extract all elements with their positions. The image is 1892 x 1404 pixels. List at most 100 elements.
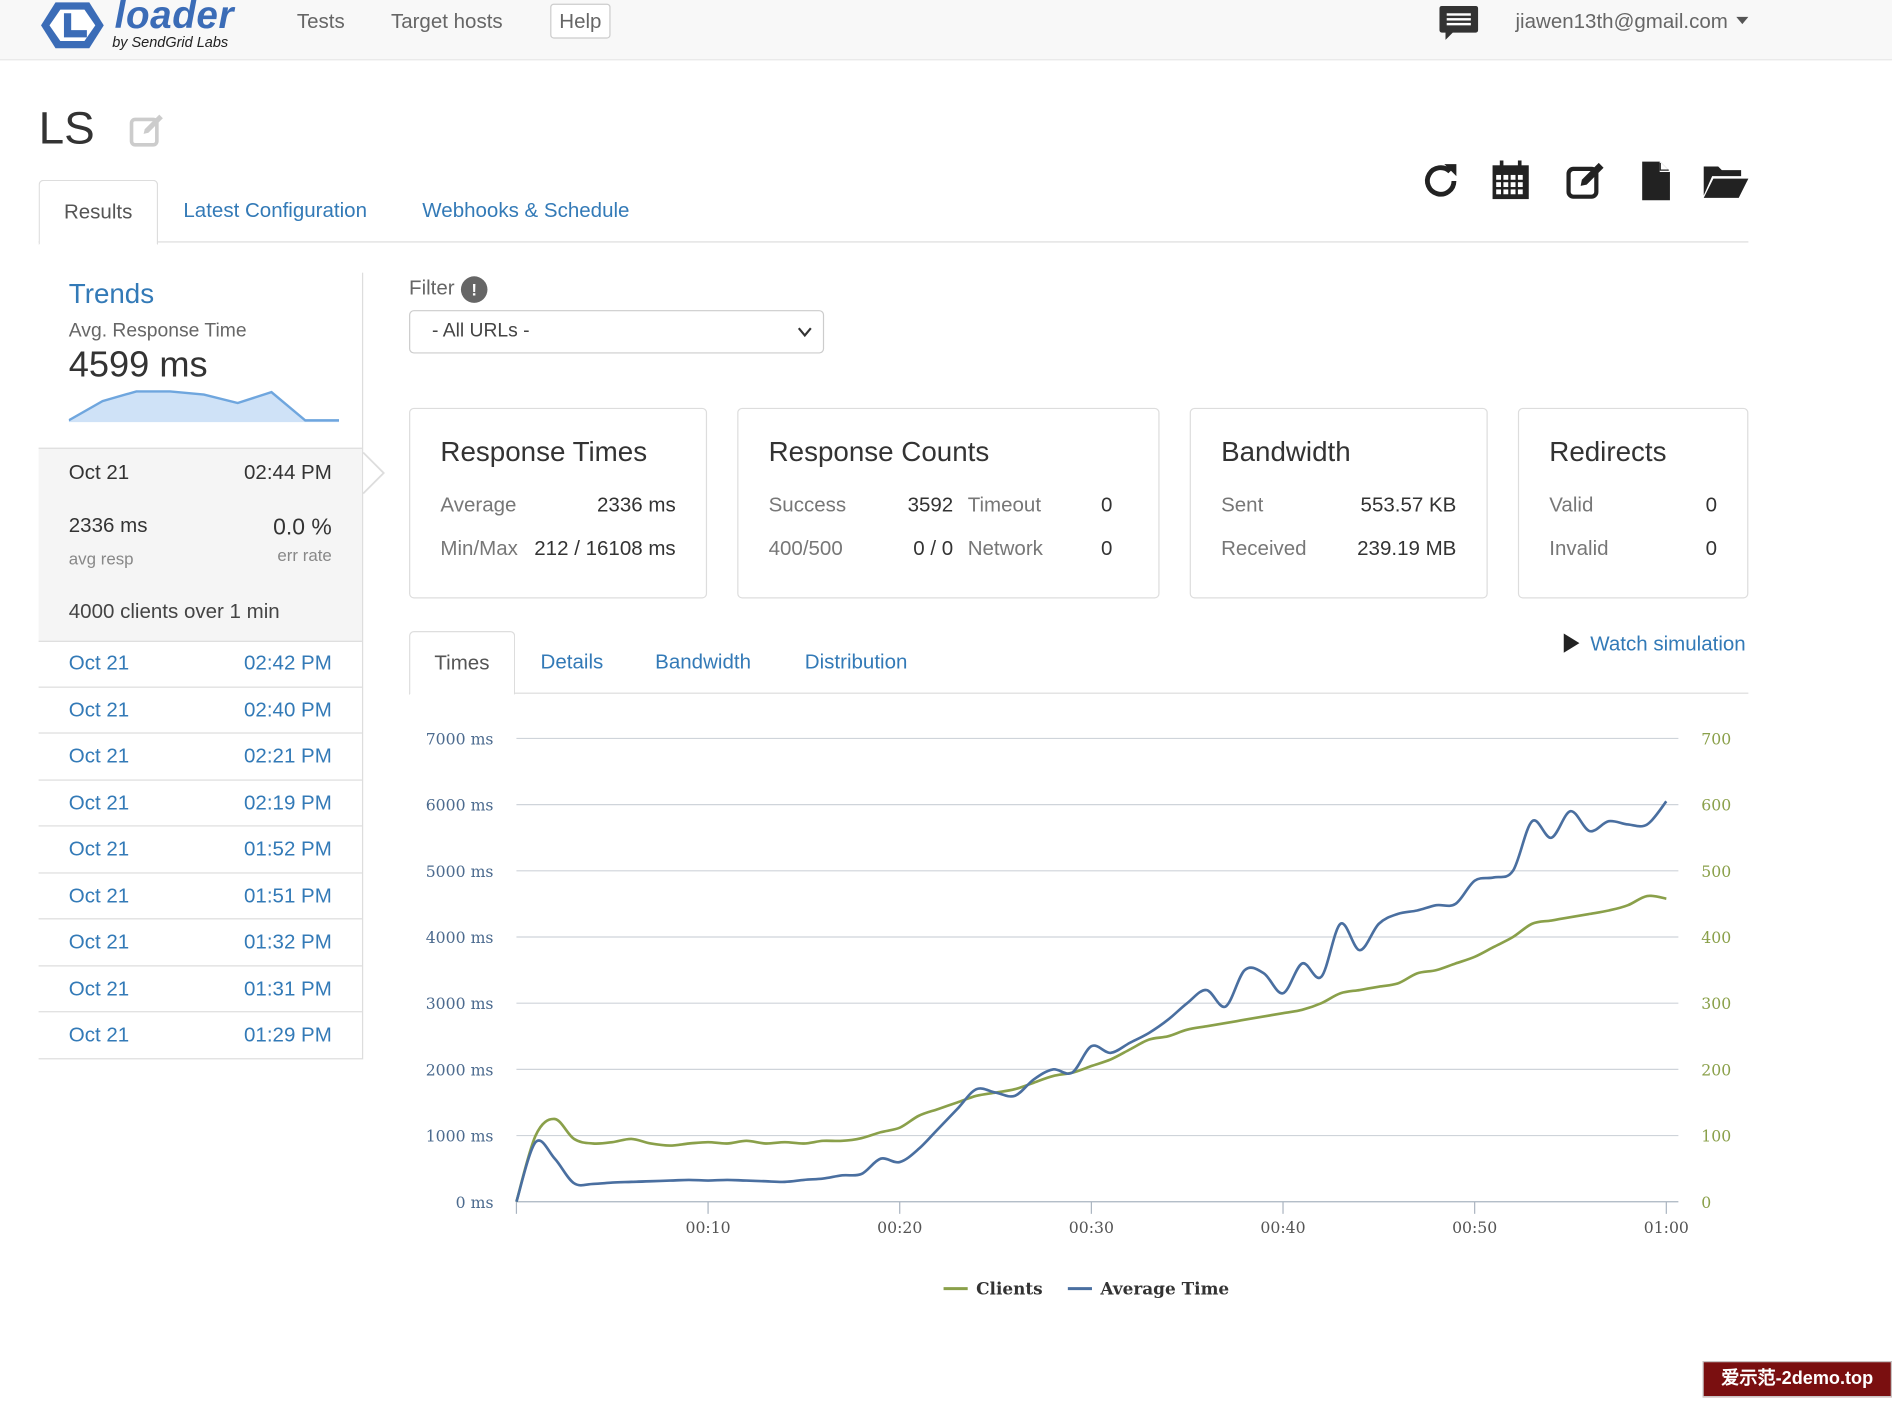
run-history-item[interactable]: Oct 21 02:21 PM [38,734,362,781]
response-counts-card: Response Counts Success 3592 Timeout 0 4… [737,407,1160,599]
tab-details[interactable]: Details [516,631,627,693]
tab-latest-configuration[interactable]: Latest Configuration [159,180,391,243]
response-time-chart: 0 ms 0 1000 ms 100 2000 ms 200 3000 ms 300 4000 … [426,729,1732,1299]
run-time: 01:51 PM [244,883,332,907]
edit-icon[interactable] [128,111,167,150]
tab-results[interactable]: Results [38,179,158,245]
watch-simulation-link[interactable]: Watch simulation [1563,632,1746,656]
legend-label[interactable]: Average Time [1099,1279,1229,1299]
current-run-clients-summary: 4000 clients over 1 min [68,599,280,623]
nav-tests-link[interactable]: Tests [297,10,345,34]
bandwidth-card: Bandwidth Sent 553.57 KB Received 239.19… [1189,407,1488,599]
network-value: 0 [1101,536,1113,560]
run-history-item[interactable]: Oct 21 01:32 PM [38,919,362,966]
run-date: Oct 21 [68,837,130,861]
current-run-time: 02:44 PM [244,460,332,484]
run-time: 02:40 PM [244,698,332,721]
run-time: 01:29 PM [244,1023,332,1047]
run-history-list: Oct 21 02:42 PM Oct 21 02:40 PM Oct 21 02:21 … [38,641,362,1059]
info-icon[interactable]: ! [460,276,488,303]
card-title: Response Counts [768,435,990,467]
x-tick-label: 00:10 [685,1218,730,1237]
run-history-item[interactable]: Oct 21 02:19 PM [38,780,362,827]
card-title: Redirects [1549,435,1667,467]
chevron-down-icon [797,327,812,338]
run-time: 01:31 PM [244,976,332,1000]
top-navbar: loader by SendGrid Labs Tests Target hos… [0,0,1892,61]
http-4xx-5xx-value: 0 / 0 [913,536,954,560]
run-time: 01:32 PM [244,930,332,954]
card-title: Response Times [440,435,648,467]
user-menu[interactable]: jiawen13th@gmail.com [1515,10,1749,34]
x-tick-label: 01:00 [1644,1218,1689,1237]
x-tick-label: 00:20 [877,1218,922,1237]
filter-label: Filter [409,276,455,300]
run-history-item[interactable]: Oct 21 01:31 PM [38,966,362,1013]
run-date: Oct 21 [68,883,130,907]
page-title: LS [38,103,95,155]
trends-title[interactable]: Trends [69,278,154,311]
card-title: Bandwidth [1221,435,1351,467]
url-filter-value: - All URLs - [431,320,530,342]
run-history-item[interactable]: Oct 21 02:40 PM [38,687,362,734]
y-right-tick-label: 500 [1701,862,1731,881]
y-right-tick-label: 100 [1701,1127,1731,1146]
run-date: Oct 21 [68,976,130,1000]
tab-distribution[interactable]: Distribution [781,631,932,693]
y-right-tick-label: 400 [1701,928,1731,947]
y-right-tick-label: 700 [1701,729,1731,748]
invalid-value: 0 [1705,536,1717,560]
selected-run-arrow-icon [362,451,385,495]
tab-webhooks-schedule[interactable]: Webhooks & Schedule [398,180,653,243]
run-date: Oct 21 [68,698,130,721]
y-left-tick-label: 2000 ms [426,1060,494,1079]
chart-tabs-divider [409,692,1749,694]
folder-open-icon[interactable] [1701,159,1749,202]
tab-bandwidth[interactable]: Bandwidth [631,631,775,693]
tab-times[interactable]: Times [409,631,515,696]
chat-bubble-icon[interactable] [1438,4,1479,43]
brand-name[interactable]: loader [115,0,234,37]
run-time: 02:19 PM [244,790,332,814]
calendar-icon[interactable] [1489,159,1532,202]
sidebar-divider [361,272,364,1060]
redirects-card: Redirects Valid 0 Invalid 0 [1517,407,1749,599]
run-history-item[interactable]: Oct 21 01:29 PM [38,1012,362,1059]
sparkline-area [68,391,340,423]
loader-logo-icon[interactable] [39,0,107,51]
valid-label: Valid [1549,493,1594,517]
network-label: Network [967,536,1043,560]
run-history-item[interactable]: Oct 21 01:52 PM [38,827,362,873]
trends-value: 4599 ms [68,345,208,385]
watch-simulation-label: Watch simulation [1590,632,1746,656]
nav-target-hosts-link[interactable]: Target hosts [391,10,503,34]
help-button[interactable]: Help [550,3,611,39]
edit-icon[interactable] [1564,159,1607,202]
y-left-tick-label: 6000 ms [426,796,494,815]
y-left-tick-label: 3000 ms [426,994,494,1013]
legend-label[interactable]: Clients [976,1279,1043,1299]
run-history-item[interactable]: Oct 21 02:42 PM [38,641,362,688]
x-tick-label: 00:40 [1260,1218,1305,1237]
run-date: Oct 21 [68,744,130,768]
http-4xx-5xx-label: 400/500 [768,536,843,560]
refresh-icon[interactable] [1419,159,1462,202]
url-filter-select[interactable]: - All URLs - [409,310,825,354]
trends-sparkline [68,390,340,423]
y-left-tick-label: 4000 ms [426,928,494,947]
watermark: 爱示范-2demo.top [1702,1361,1892,1398]
file-icon[interactable] [1634,159,1677,202]
current-run-date: Oct 21 [68,460,130,484]
y-left-tick-label: 5000 ms [426,862,494,881]
average-label: Average [440,493,517,517]
current-run-card[interactable]: Oct 21 02:44 PM 2336 ms 0.0 % avg resp e… [38,447,362,642]
brand-subtitle: by SendGrid Labs [112,33,229,51]
y-right-tick-label: 300 [1701,994,1731,1013]
response-times-card: Response Times Average 2336 ms Min/Max 2… [409,407,708,599]
timeout-label: Timeout [967,493,1042,517]
received-label: Received [1221,536,1307,560]
y-left-tick-label: 1000 ms [426,1127,494,1146]
run-history-item[interactable]: Oct 21 01:51 PM [38,873,362,920]
timeout-value: 0 [1101,493,1113,517]
success-label: Success [768,493,847,517]
